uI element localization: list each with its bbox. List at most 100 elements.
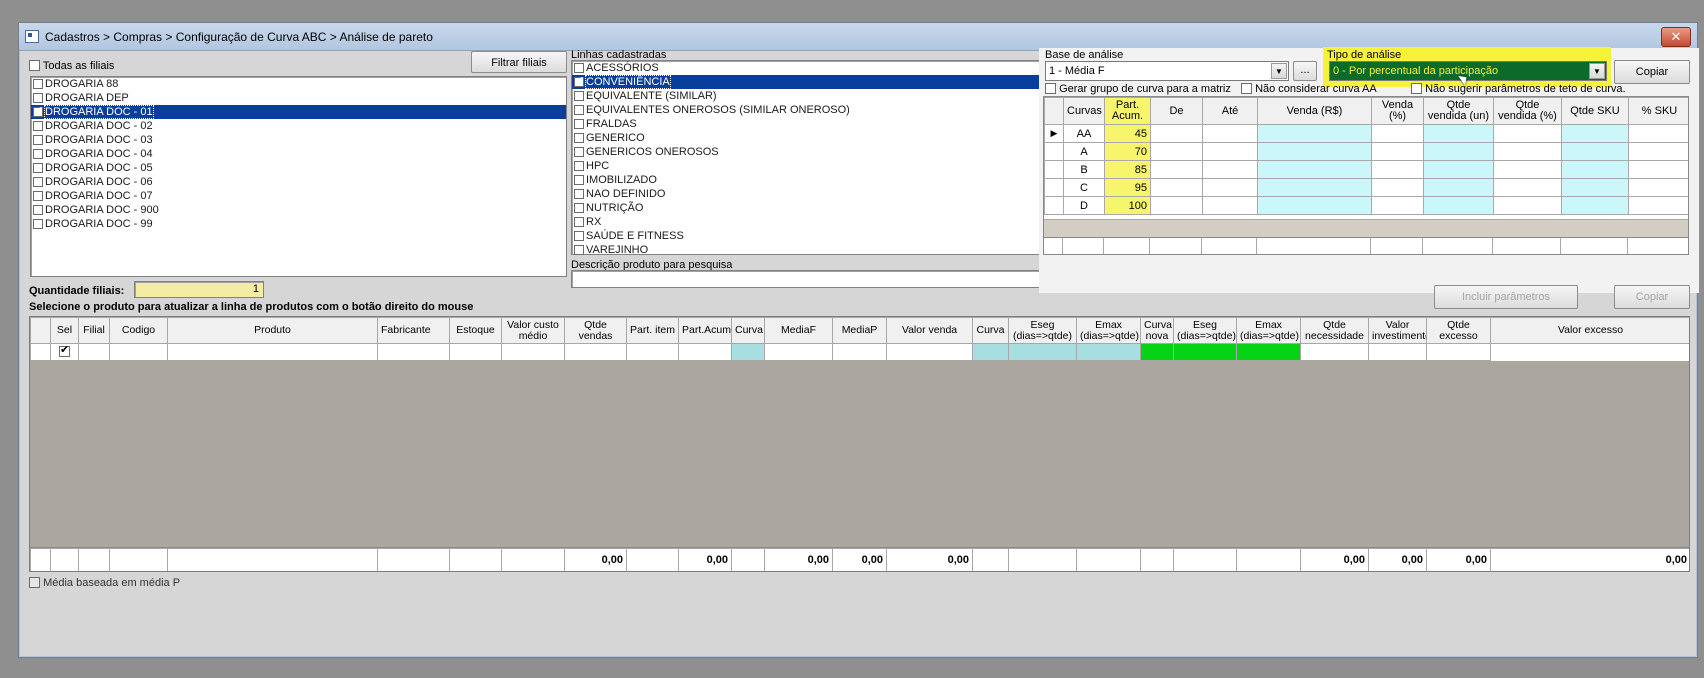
filial-item-checkbox[interactable] xyxy=(33,135,43,145)
venda-rs-cell[interactable] xyxy=(1257,124,1372,143)
curvas-header-qtde-vendida-pct[interactable]: Qtde vendida (%) xyxy=(1493,97,1562,125)
linha-item[interactable]: IMOBILIZADO xyxy=(572,173,1053,187)
curvas-row[interactable]: D 100 xyxy=(1044,196,1688,215)
copiar-disabled-button[interactable]: Copiar xyxy=(1614,285,1690,309)
produtos-header-cell[interactable]: Valor venda xyxy=(886,317,973,344)
linha-item[interactable]: EQUIVALENTE (SIMILAR) xyxy=(572,89,1053,103)
linha-item-checkbox[interactable] xyxy=(574,245,584,255)
filial-item-checkbox[interactable] xyxy=(33,79,43,89)
ate-cell[interactable] xyxy=(1202,124,1258,143)
produtos-cell[interactable] xyxy=(1368,343,1427,361)
linha-item[interactable]: FRALDAS xyxy=(572,117,1053,131)
curvas-header-part-acum[interactable]: Part. Acum. xyxy=(1104,97,1151,125)
linha-item-checkbox[interactable] xyxy=(574,147,584,157)
produtos-header-cell[interactable]: Filial xyxy=(78,317,110,344)
pct-sku-cell[interactable] xyxy=(1628,178,1688,197)
linha-item[interactable]: NAO DEFINIDO xyxy=(572,187,1053,201)
produtos-cell[interactable] xyxy=(449,343,502,361)
gerar-grupo-checkbox[interactable]: Gerar grupo de curva para a matriz xyxy=(1045,83,1231,95)
produtos-header-cell[interactable]: Sel xyxy=(50,317,79,344)
produtos-header-cell[interactable]: Emax (dias=>qtde) xyxy=(1236,317,1301,344)
pct-sku-cell[interactable] xyxy=(1628,124,1688,143)
filial-item[interactable]: DROGARIA DOC - 900 xyxy=(31,203,566,217)
linha-item-checkbox[interactable] xyxy=(574,161,584,171)
linha-item[interactable]: RX xyxy=(572,215,1053,229)
produtos-cell[interactable] xyxy=(972,343,1009,361)
produtos-cell[interactable] xyxy=(167,343,378,361)
produtos-header-cell[interactable]: Curva nova xyxy=(1140,317,1174,344)
linha-item-checkbox[interactable] xyxy=(574,175,584,185)
filial-item[interactable]: DROGARIA DOC - 99 xyxy=(31,217,566,231)
venda-pct-cell[interactable] xyxy=(1371,196,1424,215)
qtde-vendida-un-cell[interactable] xyxy=(1423,178,1494,197)
curva-cell[interactable]: B xyxy=(1063,160,1105,179)
produtos-header-cell[interactable]: Part.Acum. xyxy=(678,317,732,344)
produtos-cell[interactable] xyxy=(1173,343,1237,361)
produtos-header-cell[interactable]: Curva xyxy=(731,317,765,344)
tipo-analise-select[interactable]: 0 - Por percentual da participação ▼ xyxy=(1329,61,1607,81)
linha-item-checkbox[interactable] xyxy=(574,105,584,115)
ate-cell[interactable] xyxy=(1202,196,1258,215)
produtos-cell[interactable] xyxy=(78,343,110,361)
base-analise-ellipsis-button[interactable]: ... xyxy=(1293,61,1317,81)
produtos-header-cell[interactable]: Estoque xyxy=(449,317,502,344)
filial-item-checkbox[interactable] xyxy=(33,191,43,201)
de-cell[interactable] xyxy=(1150,160,1203,179)
produtos-header-cell[interactable]: Codigo xyxy=(109,317,168,344)
venda-rs-cell[interactable] xyxy=(1257,178,1372,197)
qtde-sku-cell[interactable] xyxy=(1561,178,1629,197)
produtos-header-cell[interactable]: Valor excesso xyxy=(1490,317,1689,344)
produtos-header-cell[interactable]: Qtde excesso xyxy=(1426,317,1491,344)
produtos-header-cell[interactable]: Valor custo médio xyxy=(501,317,565,344)
close-button[interactable]: ✕ xyxy=(1661,27,1691,47)
qtde-vendida-un-cell[interactable] xyxy=(1423,142,1494,161)
venda-rs-cell[interactable] xyxy=(1257,196,1372,215)
linha-item[interactable]: GENERICO xyxy=(572,131,1053,145)
part-acum-cell[interactable]: 45 xyxy=(1104,124,1151,143)
filial-item-checkbox[interactable] xyxy=(33,105,43,118)
pct-sku-cell[interactable] xyxy=(1628,196,1688,215)
nao-sugerir-checkbox[interactable]: Não sugerir parâmetros de teto de curva. xyxy=(1411,83,1626,95)
part-acum-cell[interactable]: 85 xyxy=(1104,160,1151,179)
produtos-header-cell[interactable]: MediaP xyxy=(832,317,887,344)
de-cell[interactable] xyxy=(1150,196,1203,215)
curvas-header-venda-pct[interactable]: Venda (%) xyxy=(1371,97,1424,125)
produtos-cell[interactable] xyxy=(1076,343,1141,361)
venda-rs-cell[interactable] xyxy=(1257,142,1372,161)
produtos-grid[interactable]: Sel Filial Codigo Produto Fabricante Estoque V… xyxy=(29,316,1690,572)
qtde-vendida-un-cell[interactable] xyxy=(1423,160,1494,179)
produtos-cell[interactable] xyxy=(832,343,887,361)
de-cell[interactable] xyxy=(1150,178,1203,197)
curvas-header-ate[interactable]: Até xyxy=(1202,97,1258,125)
produtos-cell[interactable] xyxy=(1008,343,1077,361)
curvas-grid[interactable]: Curvas Part. Acum. De Até Venda (R$) Ven… xyxy=(1043,96,1689,255)
linha-item[interactable]: VAREJINHO xyxy=(572,243,1053,257)
filial-item[interactable]: DROGARIA DOC - 01 xyxy=(31,105,566,119)
qtde-vendida-pct-cell[interactable] xyxy=(1493,160,1562,179)
copiar-button[interactable]: Copiar xyxy=(1614,60,1690,84)
filial-item[interactable]: DROGARIA DOC - 05 xyxy=(31,161,566,175)
linha-item[interactable]: NUTRIÇÃO xyxy=(572,201,1053,215)
curvas-header-curvas[interactable]: Curvas xyxy=(1063,97,1105,125)
linha-item[interactable]: CONVENIÊNCIA xyxy=(572,75,1053,89)
qtde-vendida-un-cell[interactable] xyxy=(1423,124,1494,143)
produtos-header-cell[interactable]: Fabricante xyxy=(377,317,450,344)
ate-cell[interactable] xyxy=(1202,142,1258,161)
qtde-sku-cell[interactable] xyxy=(1561,124,1629,143)
pct-sku-cell[interactable] xyxy=(1628,142,1688,161)
curva-cell[interactable]: A xyxy=(1063,142,1105,161)
filial-item[interactable]: DROGARIA DOC - 07 xyxy=(31,189,566,203)
qtde-sku-cell[interactable] xyxy=(1561,196,1629,215)
qtde-vendida-pct-cell[interactable] xyxy=(1493,178,1562,197)
linha-item-checkbox[interactable] xyxy=(574,203,584,213)
linha-item-checkbox[interactable] xyxy=(574,133,584,143)
produtos-header-cell[interactable]: Part. item xyxy=(626,317,679,344)
linha-item-checkbox[interactable] xyxy=(574,91,584,101)
linha-item[interactable]: HPC xyxy=(572,159,1053,173)
produtos-cell[interactable] xyxy=(377,343,450,361)
produtos-cell[interactable] xyxy=(1300,343,1369,361)
produtos-cell[interactable] xyxy=(626,343,679,361)
part-acum-cell[interactable]: 70 xyxy=(1104,142,1151,161)
linha-item-checkbox[interactable] xyxy=(574,189,584,199)
qtde-vendida-pct-cell[interactable] xyxy=(1493,196,1562,215)
